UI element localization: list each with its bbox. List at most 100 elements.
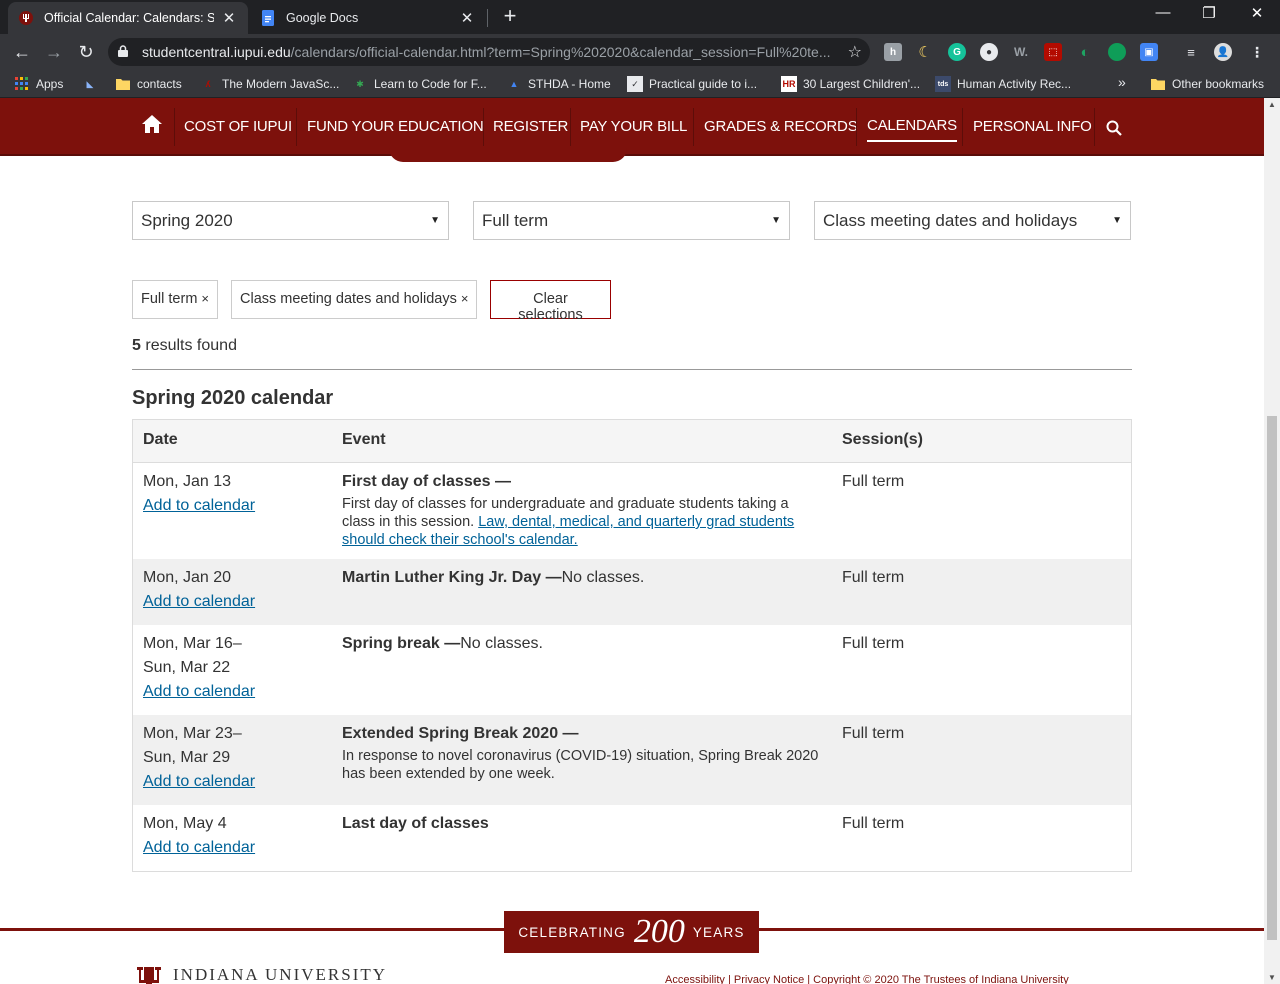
copyright-link[interactable]: Copyright © 2020 The Trustees of [813,974,981,984]
bookmark-label: Apps [36,77,64,91]
event-title: Last day of classes [342,815,489,832]
privacy-notice-link[interactable]: Privacy Notice [734,974,804,984]
minimize-icon[interactable]: — [1140,4,1186,21]
bookmarks-overflow-chevron-icon[interactable]: » [1118,74,1126,90]
divider [132,369,1132,370]
indiana-university-logo[interactable]: INDIANA UNIVERSITY [135,965,387,984]
google-docs-icon [260,10,276,26]
nav-calendars[interactable]: CALENDARS [867,112,957,142]
remove-filter-icon[interactable]: × [201,291,209,306]
freecodecamp-icon: ✱ [356,78,364,89]
extension-circle-icon[interactable]: ● [980,43,998,61]
filter-chip-session[interactable]: Full term × [132,280,218,319]
back-arrow-icon[interactable]: ← [10,40,34,64]
chat-extension-icon[interactable] [1108,43,1126,61]
leaf-extension-icon[interactable]: ◐ [1076,43,1094,61]
nav-register[interactable]: REGISTER [493,112,568,142]
indiana-university-link[interactable]: Indiana University [981,974,1068,984]
page-scrollbar[interactable]: ▲ ▼ [1264,98,1280,984]
bookmark-label: contacts [137,77,182,91]
bookmark-contacts[interactable]: contacts [115,76,182,92]
bookmark-human-activity[interactable]: tds Human Activity Rec... [935,76,1071,92]
reload-icon[interactable]: ↻ [74,40,98,64]
profile-avatar[interactable]: 👤 [1214,43,1232,61]
bookmark-label: Practical guide to i... [649,77,758,91]
w-extension-icon[interactable]: W. [1012,43,1030,61]
event-inline-note: No classes. [460,635,543,652]
bookmark-label: Other bookmarks [1172,77,1265,91]
university-name: INDIANA UNIVERSITY [173,965,388,984]
home-icon[interactable] [141,114,163,144]
table-row: Mon, Mar 16– Sun, Mar 22 Add to calendar… [133,625,1131,715]
session-select[interactable]: Full term ▼ [473,201,790,240]
bookmark-practical-guide[interactable]: ✓ Practical guide to i... [627,76,757,92]
close-tab-icon[interactable]: ✕ [220,9,238,27]
accessibility-link[interactable]: Accessibility [665,974,725,984]
date-cell: Mon, Jan 13 Add to calendar [143,470,255,518]
nav-pay-your-bill[interactable]: PAY YOUR BILL [580,112,687,142]
event-date: Mon, May 4 [143,815,227,832]
folder-icon [1150,76,1166,92]
bookmark-modern-javascript[interactable]: ʎ The Modern JavaSc... [200,76,339,92]
chrome-menu-icon[interactable]: ⋮ [1248,43,1266,61]
iu-trident-icon [18,10,34,26]
pdf-icon[interactable]: ⬚ [1044,43,1062,61]
nav-fund-your-education[interactable]: FUND YOUR EDUCATION [307,112,484,142]
screenshot-extension-icon[interactable]: ▣ [1140,43,1158,61]
results-count: 5 results found [132,337,237,355]
clear-selections-button[interactable]: Clear selections [490,280,611,323]
scrollbar-thumb[interactable] [1267,416,1277,940]
add-to-calendar-link[interactable]: Add to calendar [143,494,255,518]
footer-legal-links: Accessibility | Privacy Notice | Copyrig… [665,974,1069,984]
close-tab-icon[interactable]: ✕ [458,9,476,27]
scroll-down-arrow-icon[interactable]: ▼ [1268,973,1276,982]
table-row: Mon, Jan 20 Add to calendar Martin Luthe… [133,559,1131,625]
remove-filter-icon[interactable]: × [461,291,469,306]
date-cell: Mon, Jan 20 Add to calendar [143,566,255,614]
add-to-calendar-link[interactable]: Add to calendar [143,836,255,860]
bookmark-sthda[interactable]: ▲ STHDA - Home [506,76,611,92]
nav-cost-of-iupui[interactable]: COST OF IUPUI [184,112,292,142]
night-mode-moon-icon[interactable]: ☾ [916,43,934,61]
event-date-end: Sun, Mar 22 [143,659,231,676]
session-cell: Full term [842,473,905,490]
badge-years: YEARS [692,924,745,940]
nav-personal-info[interactable]: PERSONAL INFO [973,112,1092,142]
tab-google-docs[interactable]: Google Docs ✕ [250,2,486,34]
scroll-up-arrow-icon[interactable]: ▲ [1268,100,1276,109]
bookmark-apps[interactable]: Apps [14,76,63,92]
bookmark-freecodecamp[interactable]: ✱ Learn to Code for F... [352,76,487,92]
nav-divider [570,108,571,146]
filter-chip-date-type[interactable]: Class meeting dates and holidays × [231,280,478,319]
event-cell: Spring break —No classes. [342,632,822,656]
tab-official-calendar[interactable]: Official Calendar: Calendars: Stud ✕ [8,2,248,34]
bookmark-label: STHDA - Home [528,77,611,91]
bookmark-30-largest-children[interactable]: HR 30 Largest Children'... [781,76,920,92]
session-cell: Full term [842,569,905,586]
grammarly-icon[interactable]: G [948,43,966,61]
forward-arrow-icon[interactable]: → [42,40,66,64]
term-select[interactable]: Spring 2020 ▼ [132,201,449,240]
new-tab-plus-icon[interactable]: + [498,5,522,27]
dropdown-caret-icon: ▼ [430,215,440,226]
nav-grades-records[interactable]: GRADES & RECORDS [704,112,858,142]
media-queue-icon[interactable]: ≡ [1182,43,1200,61]
bookmark-other-bookmarks[interactable]: Other bookmarks [1150,76,1264,92]
bookmark-star-icon[interactable]: ☆ [848,42,862,62]
event-title: First day of classes — [342,473,511,490]
nav-divider [962,108,963,146]
search-icon[interactable] [1106,117,1122,147]
restore-icon[interactable]: ❐ [1186,4,1232,22]
bookmark-unnamed[interactable]: ◣ [82,76,104,92]
document-check-icon: ✓ [627,76,643,92]
results-number: 5 [132,337,141,354]
add-to-calendar-link[interactable]: Add to calendar [143,590,255,614]
event-date-end: Sun, Mar 29 [143,749,231,766]
event-cell: Last day of classes [342,812,822,836]
add-to-calendar-link[interactable]: Add to calendar [143,680,255,704]
extension-icon[interactable]: h [884,43,902,61]
address-bar[interactable]: studentcentral.iupui.edu/calendars/offic… [108,38,870,66]
date-type-select[interactable]: Class meeting dates and holidays ▼ [814,201,1131,240]
close-window-icon[interactable]: ✕ [1234,4,1280,22]
add-to-calendar-link[interactable]: Add to calendar [143,770,255,794]
